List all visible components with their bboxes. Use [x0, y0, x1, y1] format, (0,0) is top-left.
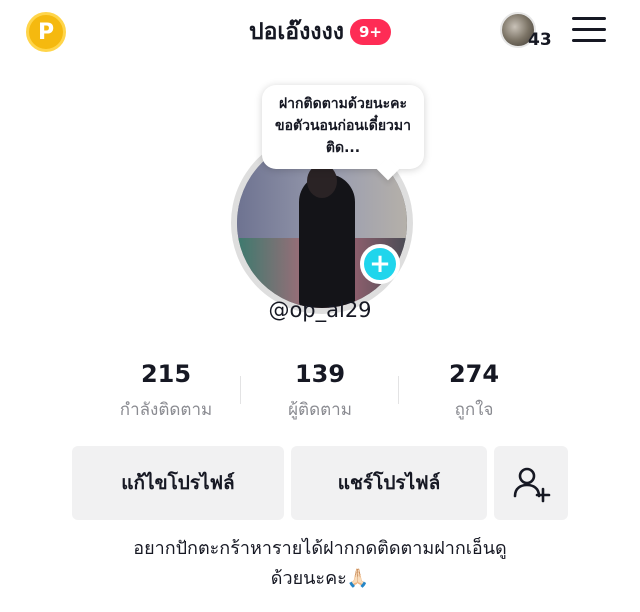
followers-count: 139 [294, 360, 346, 388]
profile-bio: อยากปักตะกร้าหารายได้ฝากกดติดตามฝากเอ็นด… [0, 534, 640, 594]
hamburger-icon[interactable] [572, 17, 606, 43]
add-user-icon [513, 467, 551, 503]
likes-label: ถูกใจ [454, 400, 494, 420]
stat-followers[interactable]: 139 ผู้ติดตาม [240, 360, 400, 423]
plus-icon: + [369, 249, 391, 279]
share-profile-button[interactable]: แชร์โปรไฟล์ [291, 446, 487, 520]
bio-line-1: อยากปักตะกร้าหารายได้ฝากกดติดตามฝากเอ็นด… [133, 538, 507, 559]
following-count: 215 [140, 360, 192, 388]
share-profile-label: แชร์โปรไฟล์ [337, 472, 441, 494]
add-story-button[interactable]: + [360, 244, 400, 284]
stat-likes[interactable]: 274 ถูกใจ [394, 360, 554, 423]
stat-following[interactable]: 215 กำลังติดตาม [86, 360, 246, 423]
followers-label: ผู้ติดตาม [288, 400, 352, 420]
account-count: 43 [528, 30, 552, 50]
user-handle: @op_al29 [268, 298, 372, 322]
note-text: ฝากติดตามด้วยนะคะขอตัวนอนก่อนเดี๋ยวมาติด… [275, 96, 411, 156]
add-friend-button[interactable] [494, 446, 568, 520]
edit-profile-button[interactable]: แก้ไขโปรไฟล์ [72, 446, 284, 520]
bio-line-2: ด้วยนะคะ🙏🏻 [270, 568, 370, 589]
notification-badge: 9+ [350, 19, 392, 45]
edit-profile-label: แก้ไขโปรไฟล์ [121, 472, 235, 494]
top-bar: P ปอเอ๊งงงง 9+ 43 [0, 0, 640, 64]
profile-title: ปอเอ๊งงงง [248, 19, 344, 45]
following-label: กำลังติดตาม [119, 400, 213, 420]
note-bubble[interactable]: ฝากติดตามด้วยนะคะขอตัวนอนก่อนเดี๋ยวมาติด… [262, 85, 424, 169]
likes-count: 274 [448, 360, 500, 388]
stats-row: 215 กำลังติดตาม 139 ผู้ติดตาม 274 ถูกใจ [0, 360, 640, 430]
